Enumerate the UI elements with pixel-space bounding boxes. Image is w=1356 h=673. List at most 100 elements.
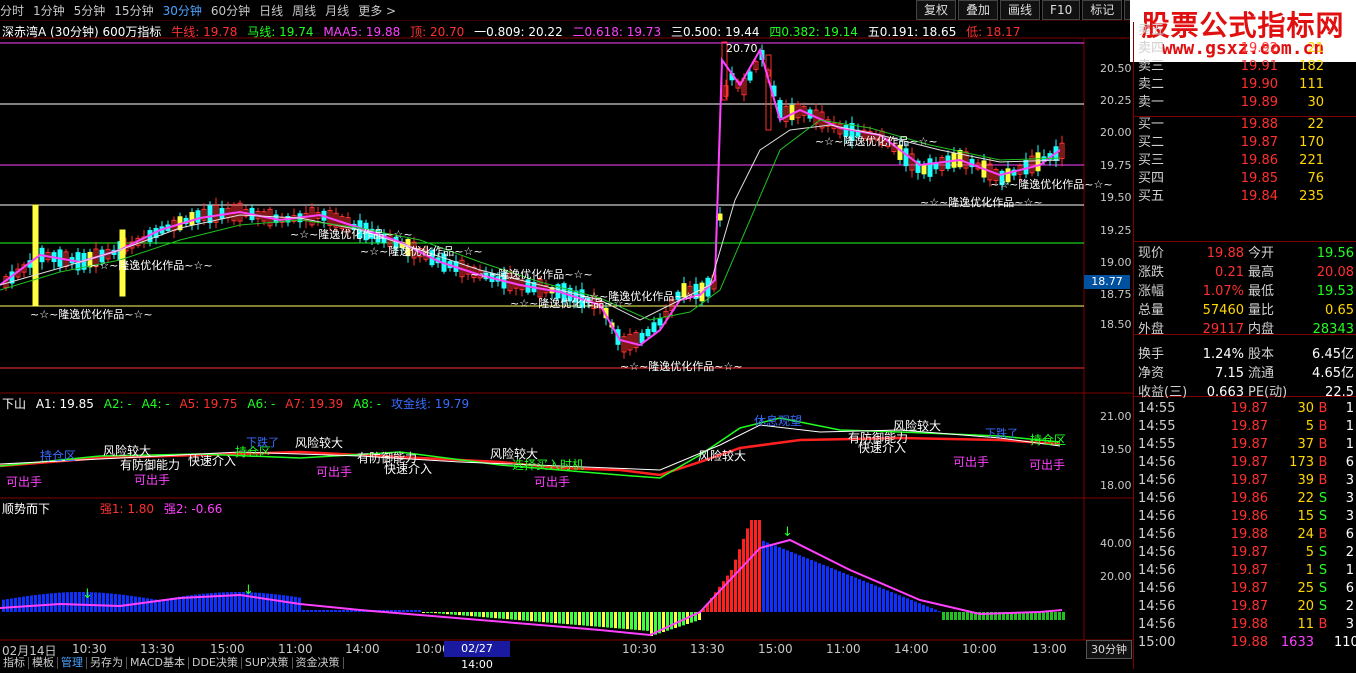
candle-body (927, 158, 933, 177)
indicator-bar (802, 556, 805, 612)
indicator-bar (942, 612, 945, 620)
tick-side: B (1318, 437, 1328, 452)
order-price: 19.84 (1240, 189, 1278, 204)
indicator-bar (562, 612, 565, 624)
stat-value: 20.08 (1316, 265, 1354, 280)
tick-time: 14:56 (1138, 581, 1176, 596)
indicator-bar (26, 596, 29, 612)
chart-canvas[interactable]: ~☆~隆逸优化作品~☆~ ~☆~隆逸优化作品~☆~ ~☆~隆逸优化作品~☆~ ~… (0, 20, 1133, 657)
indicator-bar (46, 593, 49, 612)
indicator-bar (806, 558, 809, 612)
indicator-bar (554, 612, 557, 624)
period-tab[interactable]: 日线 (259, 2, 283, 19)
indicator-bar (306, 610, 309, 612)
indicator-bar (1054, 612, 1057, 620)
indicator-bar (262, 593, 265, 612)
indicator-tab[interactable]: MACD基本 (127, 657, 189, 669)
indicator-tab[interactable]: 指标 (0, 657, 29, 669)
indicator-bar (146, 598, 149, 612)
indicator-bar (626, 612, 629, 630)
period-tab[interactable]: 30分钟 (163, 2, 202, 19)
indicator-bar (598, 612, 601, 627)
indicator-bar (470, 612, 473, 617)
indicator-bar (618, 612, 621, 629)
period-tab[interactable]: 周线 (292, 2, 316, 19)
indicator-bar (462, 612, 465, 616)
tick-row: 14:56 19.87 20 S 2 (1134, 598, 1356, 616)
tick-side: S (1318, 545, 1328, 560)
order-book-row: 卖五 (1134, 22, 1356, 40)
indicator-bar (18, 597, 21, 612)
stat-value: 4.65亿 (1312, 366, 1354, 381)
period-tab[interactable]: 60分钟 (211, 2, 250, 19)
risk-label: 风险较大 (698, 448, 746, 463)
stat-label: 流通 (1248, 366, 1275, 381)
order-label: 买二 (1138, 135, 1165, 150)
stat-label: 股本 (1248, 347, 1275, 362)
stat-label: 最低 (1248, 284, 1275, 299)
indicator-bar (254, 592, 257, 612)
can-sell-label: 可出手 (1029, 458, 1065, 472)
indicator-bar (22, 596, 25, 612)
order-label: 买一 (1138, 117, 1165, 132)
tick-price: 19.87 (1230, 563, 1268, 578)
indicator-bar (2, 599, 5, 612)
indicator-bar (778, 547, 781, 612)
indicator-tab[interactable]: 另存为 (87, 657, 127, 669)
candle-body (717, 213, 723, 221)
stat-label: 量比 (1248, 303, 1275, 318)
indicator-bar (862, 580, 865, 612)
indicator-tab[interactable]: 资金决策 (293, 657, 344, 669)
tool-button[interactable]: F10 (1042, 0, 1081, 20)
indicator-tab[interactable]: 模板 (29, 657, 58, 669)
period-tab[interactable]: 1分钟 (33, 2, 65, 19)
indicator-bar (258, 592, 261, 612)
indicator-bar (902, 596, 905, 612)
period-tab[interactable]: 分时 (0, 2, 24, 19)
stat-value: 0.65 (1325, 303, 1354, 318)
indicator-bar (458, 612, 461, 616)
time-tick-label: 10:00 (962, 642, 997, 656)
tool-button[interactable]: 叠加 (958, 0, 999, 20)
tick-row: 14:56 19.88 24 B 6 (1134, 526, 1356, 544)
indicator-bar (50, 593, 53, 612)
tick-price: 19.87 (1230, 473, 1268, 488)
indicator-bar (326, 610, 329, 612)
tick-price: 19.87 (1230, 455, 1268, 470)
indicator-bar (818, 563, 821, 612)
order-book-row: 卖二 19.90 111 (1134, 76, 1356, 94)
indicator-tab[interactable]: 管理 (58, 657, 87, 669)
indicator-bar (1046, 612, 1049, 620)
quote-stat-row: 外盘 29117 内盘 28343 (1134, 320, 1356, 339)
order-label: 买五 (1138, 189, 1165, 204)
period-tab[interactable]: 15分钟 (114, 2, 153, 19)
indicator-bar (14, 597, 17, 612)
order-book-row: 买四 19.85 76 (1134, 170, 1356, 188)
tick-price: 19.87 (1230, 599, 1268, 614)
tool-button[interactable]: 复权 (916, 0, 957, 20)
current-price-tag: 18.77 (1084, 275, 1130, 289)
period-tab[interactable]: 月线 (325, 2, 349, 19)
period-tab[interactable]: 更多 > (358, 2, 396, 19)
indicator-bar (962, 612, 965, 620)
works-label: ~☆~隆逸优化作品~☆~ (580, 289, 703, 303)
tick-volume: 11 (1297, 617, 1314, 632)
order-label: 卖四 (1138, 41, 1165, 56)
order-price: 19.91 (1240, 59, 1278, 74)
tick-count: 6 (1345, 581, 1354, 596)
tool-button[interactable]: 标记 (1082, 0, 1123, 20)
indicator-bar (630, 612, 633, 630)
indicator-bar (334, 610, 337, 612)
tick-volume: 24 (1297, 527, 1314, 542)
indicator-tab[interactable]: DDE决策 (189, 657, 242, 669)
tick-row: 14:56 19.87 173 B 6 (1134, 454, 1356, 472)
indicator-bar (510, 612, 513, 620)
stat-label: 内盘 (1248, 322, 1275, 337)
indicator-tab[interactable]: SUP决策 (242, 657, 293, 669)
tick-row: 14:56 19.87 5 S 2 (1134, 544, 1356, 562)
period-tab[interactable]: 5分钟 (74, 2, 106, 19)
tick-count: 3 (1345, 509, 1354, 524)
period-selector[interactable]: 30分钟 (1086, 640, 1132, 659)
tool-button[interactable]: 画线 (1000, 0, 1041, 20)
indicator-bar (898, 595, 901, 612)
